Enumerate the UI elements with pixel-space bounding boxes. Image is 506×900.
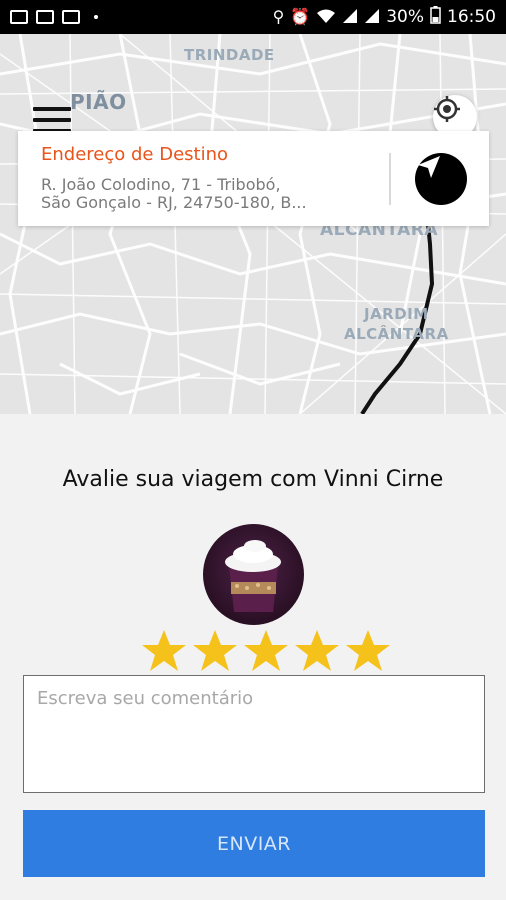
star-icon-2[interactable] xyxy=(191,628,239,674)
avatar-image xyxy=(225,540,281,612)
cast-icon xyxy=(62,10,80,24)
map-label-jardim-alcantara: JARDIM ALCÂNTARA xyxy=(344,304,449,344)
map[interactable]: TRINDADE PIÃO ALCANTARA JARDIM ALCÂNTARA… xyxy=(0,34,506,414)
rating-title: Avalie sua viagem com Vinni Cirne xyxy=(62,467,444,492)
map-label-jardim-alcantara-name: ALCÂNTARA xyxy=(344,325,449,343)
menu-icon-line xyxy=(33,107,71,111)
send-button[interactable]: ENVIAR xyxy=(23,810,485,877)
destination-address: R. João Colodino, 71 - Tribobó, São Gonç… xyxy=(41,175,307,212)
battery-percentage: 30% xyxy=(386,7,424,27)
rating-panel: Avalie sua viagem com Vinni Cirne ENVIAR xyxy=(0,414,506,900)
star-icon-3[interactable] xyxy=(242,628,290,674)
navigation-arrow-icon xyxy=(418,156,440,178)
destination-card[interactable]: Endereço de Destino R. João Colodino, 71… xyxy=(18,131,489,226)
navigate-button[interactable] xyxy=(415,153,467,205)
star-icon-5[interactable] xyxy=(344,628,392,674)
gallery-icon xyxy=(10,10,28,24)
clock: 16:50 xyxy=(447,7,496,27)
map-label-piao: PIÃO xyxy=(70,90,127,114)
cast-icon xyxy=(36,10,54,24)
signal-icon xyxy=(342,8,358,27)
wifi-icon xyxy=(316,8,336,27)
map-label-trindade: TRINDADE xyxy=(184,46,275,64)
star-rating[interactable] xyxy=(140,628,392,674)
star-icon-4[interactable] xyxy=(293,628,341,674)
destination-title: Endereço de Destino xyxy=(41,144,229,165)
dot-icon xyxy=(94,15,98,19)
star-icon-1[interactable] xyxy=(140,628,188,674)
crosshair-icon xyxy=(434,96,460,122)
comment-field[interactable] xyxy=(23,675,485,793)
menu-icon-line xyxy=(33,118,71,122)
battery-icon xyxy=(430,5,441,29)
driver-avatar xyxy=(203,524,304,625)
alarm-icon: ⏰ xyxy=(290,7,311,26)
status-bar: ⚲ ⏰ 30% 16:50 xyxy=(0,0,506,34)
signal-icon xyxy=(364,8,380,27)
divider xyxy=(389,153,391,205)
map-label-jardim: JARDIM xyxy=(363,305,429,323)
location-icon: ⚲ xyxy=(272,7,285,26)
